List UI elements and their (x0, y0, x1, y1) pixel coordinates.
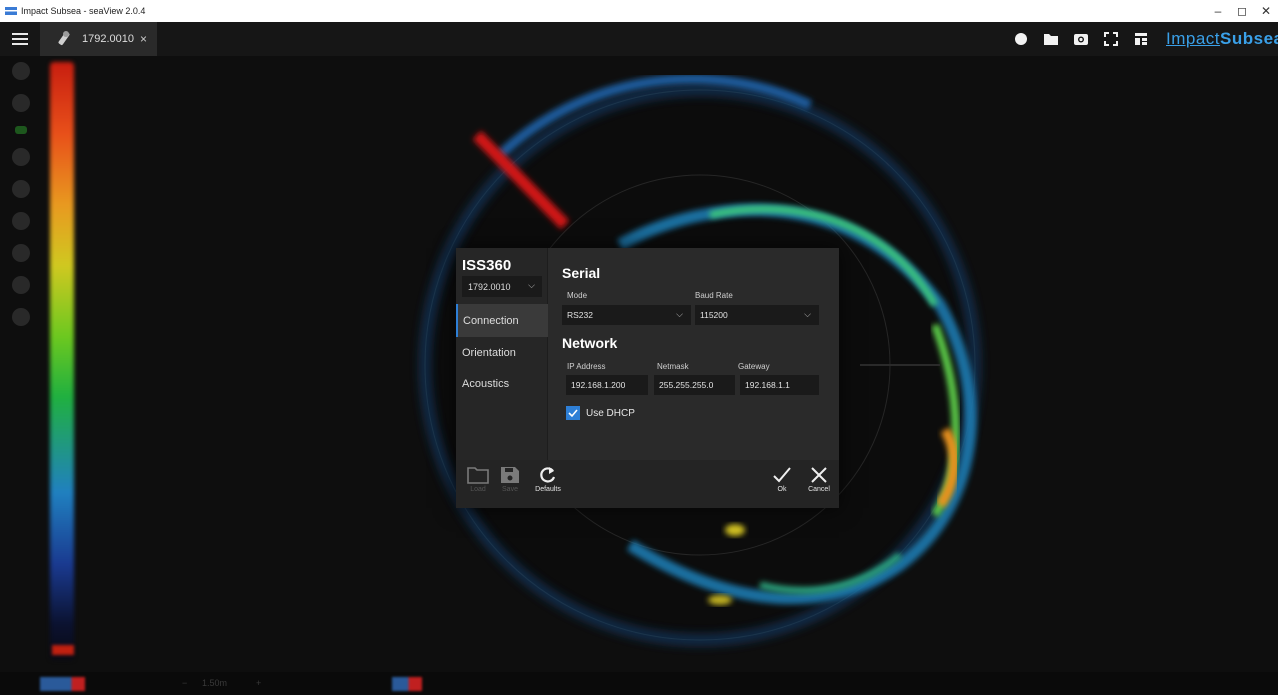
tab-label: 1792.0010 (82, 33, 134, 45)
use-dhcp-row[interactable]: Use DHCP (566, 406, 635, 420)
color-scale-handle[interactable] (52, 645, 74, 655)
nav-acoustics[interactable]: Acoustics (456, 367, 548, 400)
window-titlebar: Impact Subsea - seaView 2.0.4 – ◻ ✕ (0, 0, 1278, 22)
dialog-footer: Load Save Defaults Ok Cancel (456, 460, 839, 508)
use-dhcp-checkbox[interactable] (566, 406, 580, 420)
target-icon[interactable] (12, 94, 30, 112)
zoom-in-icon[interactable] (12, 276, 30, 294)
ip-address-label: IP Address (567, 362, 606, 371)
load-label: Load (470, 486, 486, 493)
camera-icon[interactable] (1072, 30, 1090, 48)
network-section-title: Network (562, 335, 618, 351)
save-button[interactable]: Save (492, 466, 528, 493)
left-toolbar (12, 62, 36, 326)
defaults-button[interactable]: Defaults (530, 466, 566, 493)
app-icon (5, 7, 17, 15)
nav-connection[interactable]: Connection (456, 304, 548, 337)
gateway-field[interactable]: 192.168.1.1 (740, 375, 819, 395)
cancel-button[interactable]: Cancel (801, 466, 837, 493)
mode-label: Mode (567, 291, 588, 300)
window-title: Impact Subsea - seaView 2.0.4 (21, 6, 146, 16)
impact-subsea-logo: ImpactSubsea (1166, 29, 1278, 48)
move-icon[interactable] (12, 212, 30, 230)
layout-icon[interactable] (1132, 30, 1150, 48)
grid-icon[interactable] (12, 244, 30, 262)
device-serial-select[interactable]: 1792.0010 ⌵ (462, 276, 542, 297)
bottom-toolbar (0, 672, 1278, 695)
record-icon[interactable] (1012, 30, 1030, 48)
gain-color-scale[interactable] (50, 62, 74, 660)
chevron-down-icon: ⌵ (804, 309, 811, 319)
save-icon (501, 467, 519, 483)
netmask-label: Netmask (657, 362, 689, 371)
nav-orientation[interactable]: Orientation (456, 336, 548, 369)
use-dhcp-label: Use DHCP (586, 407, 635, 419)
dialog-sidebar: ISS360 1792.0010 ⌵ Connection Orientatio… (456, 248, 548, 460)
menu-icon[interactable] (0, 22, 40, 56)
checkmark-icon (568, 409, 578, 418)
cancel-label: Cancel (808, 486, 830, 493)
check-icon (773, 467, 791, 483)
app-header: 1792.0010 × ImpactSubsea (0, 22, 1278, 56)
video-icon[interactable] (12, 180, 30, 198)
rotate-icon[interactable] (12, 148, 30, 166)
chevron-down-icon: ⌵ (676, 309, 683, 319)
range-increase-button[interactable]: + (256, 678, 261, 688)
close-window-button[interactable]: ✕ (1254, 4, 1278, 18)
gateway-label: Gateway (738, 362, 770, 371)
ok-label: Ok (777, 486, 787, 493)
gain-slider[interactable] (40, 677, 85, 691)
contrast-slider[interactable] (392, 677, 422, 691)
baud-rate-select[interactable]: 115200 ⌵ (695, 305, 819, 325)
maximize-button[interactable]: ◻ (1230, 4, 1254, 18)
defaults-label: Defaults (535, 486, 561, 493)
baud-rate-label: Baud Rate (695, 291, 733, 300)
device-serial-value: 1792.0010 (468, 281, 511, 292)
range-value: 1.50m (202, 678, 228, 688)
minimize-button[interactable]: – (1206, 4, 1230, 18)
ip-address-value: 192.168.1.200 (571, 380, 626, 390)
refresh-icon (540, 467, 556, 483)
ip-address-field[interactable]: 192.168.1.200 (566, 375, 648, 395)
header-actions: ImpactSubsea (1012, 22, 1278, 56)
chevron-down-icon: ⌵ (528, 280, 535, 290)
netmask-value: 255.255.255.0 (659, 380, 714, 390)
mode-value: RS232 (567, 310, 593, 320)
mode-select[interactable]: RS232 ⌵ (562, 305, 691, 325)
close-icon (811, 467, 827, 483)
zoom-out-icon[interactable] (12, 308, 30, 326)
folder-icon[interactable] (1042, 30, 1060, 48)
status-icon (15, 126, 27, 134)
folder-icon (467, 467, 489, 484)
tab-close-icon[interactable]: × (140, 32, 147, 46)
sonar-settings-dialog: ISS360 1792.0010 ⌵ Connection Orientatio… (456, 248, 839, 508)
dialog-title: ISS360 (462, 257, 512, 274)
sonar-device-icon (58, 31, 70, 46)
fullscreen-icon[interactable] (1102, 30, 1120, 48)
baud-rate-value: 115200 (700, 310, 728, 320)
netmask-field[interactable]: 255.255.255.0 (654, 375, 735, 395)
ok-button[interactable]: Ok (764, 466, 800, 493)
device-tab[interactable]: 1792.0010 × (40, 22, 158, 56)
serial-section-title: Serial (562, 265, 601, 281)
gateway-value: 192.168.1.1 (745, 380, 790, 390)
save-label: Save (502, 486, 518, 493)
load-button[interactable]: Load (460, 466, 496, 493)
range-decrease-button[interactable]: − (182, 678, 187, 688)
settings-icon[interactable] (12, 62, 30, 80)
